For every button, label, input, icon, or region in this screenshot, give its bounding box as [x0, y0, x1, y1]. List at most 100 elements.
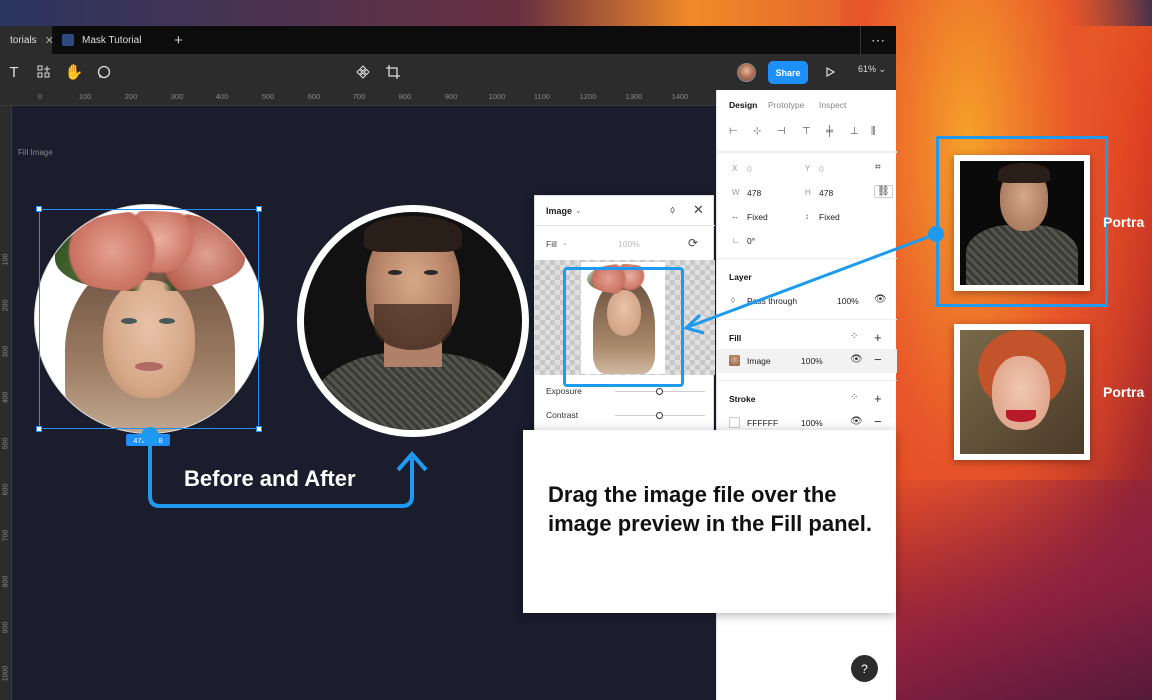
align-center-h-icon[interactable]: ⊹ [753, 126, 761, 137]
ruler-tick: 100 [78, 92, 92, 101]
align-top-icon[interactable]: ⊤ [802, 126, 811, 137]
alignment-bar: ⊢ ⊹ ⊣ ⊤ ╪ ⊥ ⫼ [717, 118, 897, 152]
ruler-tick: 1100 [533, 92, 551, 101]
annotation-highlight [563, 267, 684, 387]
ruler-tick: 0 [37, 92, 43, 101]
stroke-opacity-input[interactable]: 100% [801, 418, 823, 428]
remove-stroke-icon[interactable]: − [874, 414, 882, 429]
align-left-icon[interactable]: ⊢ [729, 126, 738, 137]
tab-mask-tutorial[interactable]: Mask Tutorial [52, 26, 162, 54]
divider [717, 380, 897, 381]
image-thumbnail[interactable] [729, 355, 740, 366]
fill-opacity-input[interactable]: 100% [801, 356, 823, 366]
tab-label: torials [10, 34, 37, 46]
resize-vertical-icon: ↕ [805, 212, 809, 221]
align-right-icon[interactable]: ⊣ [777, 126, 786, 137]
hand-tool-icon[interactable]: ✋ [62, 60, 86, 84]
tab-design[interactable]: Design [729, 100, 757, 110]
text-tool-icon[interactable]: T [2, 60, 26, 84]
woman-photo [960, 330, 1084, 454]
ruler-tick: 700 [2, 529, 10, 542]
selection-box[interactable] [39, 209, 259, 429]
width-mode-dropdown[interactable]: Fixed [747, 212, 768, 222]
portrait-label: Portra [1103, 214, 1145, 230]
stroke-color-swatch[interactable] [729, 417, 740, 428]
resize-handle[interactable] [36, 426, 42, 432]
annotation-highlight [936, 136, 1108, 307]
contrast-slider-knob[interactable] [656, 412, 663, 419]
eye-shape [424, 270, 438, 275]
close-icon[interactable]: ✕ [693, 202, 704, 218]
resize-horizontal-icon: ↔ [731, 212, 739, 221]
tab-inspect[interactable]: Inspect [819, 100, 846, 110]
height-mode-dropdown[interactable]: Fixed [819, 212, 840, 222]
add-fill-icon[interactable]: + [874, 330, 882, 345]
ruler-horizontal: 0 100 200 300 400 500 600 700 800 900 10… [0, 90, 716, 106]
ruler-tick: 400 [215, 92, 229, 101]
eye-shape [388, 270, 402, 275]
chevron-down-icon[interactable]: ⌄ [562, 239, 568, 247]
rotate-icon[interactable]: ⟳ [688, 236, 698, 250]
x-input[interactable]: 0 [747, 164, 752, 174]
stroke-color-input[interactable]: FFFFFF [747, 418, 778, 428]
instruction-text: Drag the image file over the image previ… [548, 482, 872, 536]
tab-label: Mask Tutorial [82, 34, 142, 46]
style-grid-icon[interactable]: ⁘ [850, 331, 858, 342]
zoom-dropdown[interactable]: 61% ⌄ [858, 64, 886, 75]
constraints-icon[interactable]: ⌗ [875, 162, 881, 173]
layer-opacity-input[interactable]: 100% [837, 296, 859, 306]
h-label: H [805, 188, 811, 197]
ruler-tick: 900 [2, 621, 10, 634]
align-bottom-icon[interactable]: ⊥ [850, 126, 859, 137]
fill-mode-dropdown[interactable]: Fill [546, 239, 557, 249]
ruler-tick: 600 [307, 92, 321, 101]
add-tab-icon[interactable]: + [174, 32, 183, 49]
man-portrait-circle[interactable] [297, 205, 529, 437]
ruler-tick: 100 [2, 253, 10, 266]
avatar[interactable] [737, 63, 756, 82]
eye-icon[interactable]: 👁 [850, 354, 863, 365]
exposure-slider-knob[interactable] [656, 388, 663, 395]
resources-icon[interactable] [32, 60, 56, 84]
tab-tutorials[interactable]: torials ✕ [0, 26, 54, 54]
resize-handle[interactable] [256, 426, 262, 432]
drop-icon[interactable]: ⬨ [670, 204, 675, 217]
resize-handle[interactable] [36, 206, 42, 212]
h-input[interactable]: 478 [819, 188, 833, 198]
ruler-tick: 1200 [579, 92, 597, 101]
y-label: Y [805, 164, 811, 173]
eye-icon[interactable]: 👁 [874, 294, 887, 305]
divider [717, 319, 897, 320]
resize-handle[interactable] [256, 206, 262, 212]
ruler-tick: 500 [2, 437, 10, 450]
crop-icon[interactable] [381, 60, 405, 84]
style-grid-icon[interactable]: ⁘ [850, 392, 858, 403]
help-button[interactable]: ? [851, 655, 878, 682]
add-stroke-icon[interactable]: + [874, 391, 882, 406]
distribute-icon[interactable]: ⫼ [871, 126, 876, 137]
remove-fill-icon[interactable]: − [874, 352, 882, 367]
w-input[interactable]: 478 [747, 188, 761, 198]
portrait-card-woman[interactable] [954, 324, 1090, 460]
fill-type-label: Image [747, 356, 771, 366]
align-center-v-icon[interactable]: ╪ [826, 126, 833, 137]
rotation-input[interactable]: 0° [747, 236, 755, 246]
eye-icon[interactable]: 👁 [850, 416, 863, 427]
hair-shape [364, 216, 462, 252]
chevron-down-icon[interactable]: ⌄ [575, 206, 582, 215]
comment-icon[interactable] [92, 60, 116, 84]
ruler-tick: 800 [2, 575, 10, 588]
y-input[interactable]: 0 [819, 164, 824, 174]
fill-row[interactable]: Image 100% 👁 − [717, 349, 897, 373]
w-label: W [732, 188, 740, 197]
present-play-icon[interactable] [818, 60, 842, 84]
ruler-tick: 1400 [671, 92, 689, 101]
more-options-icon[interactable]: ⋯ [860, 26, 896, 54]
share-button[interactable]: Share [768, 61, 808, 84]
frame-label[interactable]: Fill Image [18, 148, 53, 157]
blend-mode-dropdown[interactable]: Pass through [747, 296, 797, 306]
lock-ratio-icon[interactable]: ⛓ [874, 185, 893, 198]
ruler-vertical: 100 200 300 400 500 600 700 800 900 1000 [0, 106, 12, 700]
tab-prototype[interactable]: Prototype [768, 100, 804, 110]
component-icon[interactable] [351, 60, 375, 84]
